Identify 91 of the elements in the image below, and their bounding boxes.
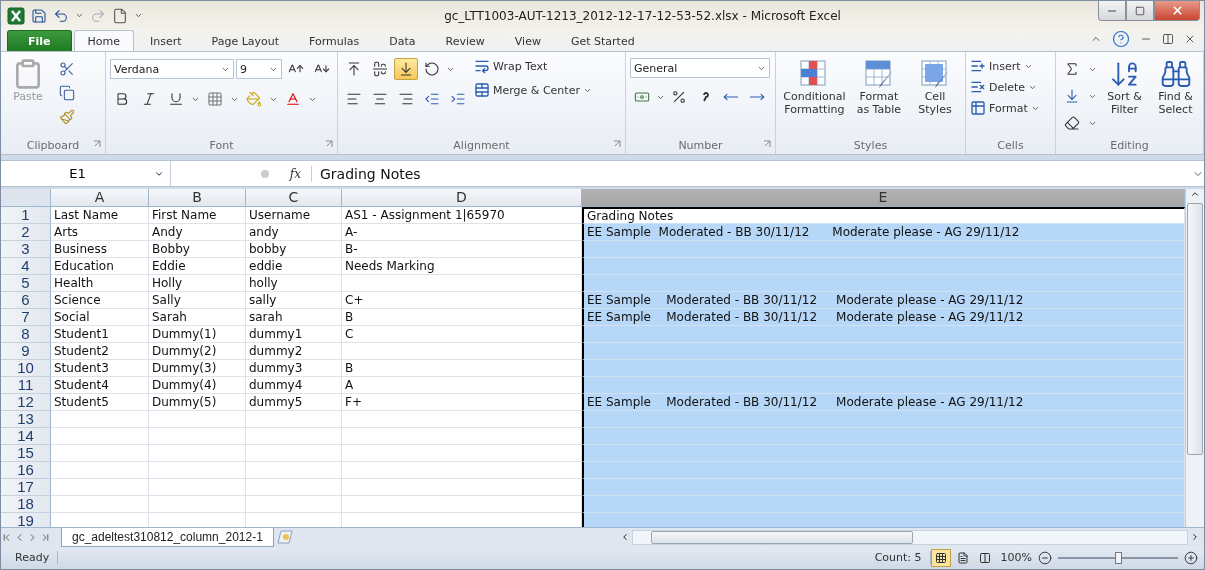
caret-icon [308,95,317,104]
group-label: Number [678,139,723,153]
vertical-scrollbar[interactable] [1185,188,1204,527]
normal-view-icon[interactable] [930,548,951,567]
wrap-text-icon [474,58,490,75]
scroll-thumb[interactable] [1187,202,1203,455]
font-size-field[interactable]: 9 [236,59,282,80]
count-text: Count: 5 [866,551,931,565]
ribbon-tab[interactable]: Formulas [295,30,374,52]
caret-icon [269,65,278,74]
caret-icon [1030,104,1040,113]
new-document-icon [112,7,128,24]
horizontal-scrollbar[interactable] [620,529,1200,545]
column-header[interactable]: C [246,188,342,207]
caret-icon [1028,83,1038,92]
scroll-left-icon[interactable] [620,532,630,543]
cells-button[interactable]: Insert [970,58,1040,75]
ribbon-tab[interactable]: Data [375,30,430,52]
window-title: gc_LTT1003-AUT-1213_2012-12-17-12-53-52.xlsx - Microsoft Excel [443,8,842,23]
dialog-launcher-icon[interactable] [325,140,333,149]
maximize-button[interactable] [1126,1,1154,21]
style-button[interactable]: Conditional Formatting [780,58,849,138]
redo-icon [90,7,106,24]
caret-icon [446,65,455,74]
zoom-slider-thumb[interactable] [1115,551,1122,564]
restore-icon [1162,33,1174,46]
ribbon-tab[interactable]: View [500,30,555,52]
caret-icon [230,95,239,104]
scroll-right-icon[interactable] [1190,532,1200,543]
name-box[interactable]: E1 [1,161,171,186]
style-button[interactable]: Format as Table [852,58,905,138]
group-label: Editing [1110,139,1149,153]
style-button[interactable]: Cell Styles [908,58,961,138]
formula-input[interactable]: Grading Notes [311,165,1192,182]
column-header[interactable]: D [342,188,582,207]
caret-icon [1088,119,1097,128]
caret-icon [1088,65,1097,74]
close-button[interactable] [1154,1,1200,21]
caret-icon [757,64,766,73]
group-label: Clipboard [26,139,80,153]
number-format-field[interactable]: General [630,58,770,79]
group-label: Cells [997,139,1024,153]
zoom-in-icon [1184,550,1198,565]
sort-filter-button[interactable]: Sort & Filter [1101,58,1148,138]
zoom-out-icon [1038,550,1052,565]
merge-cells-icon [474,82,490,99]
caret-icon [269,95,278,104]
maximize-icon [1135,5,1145,16]
wrap-text-button[interactable]: Wrap Text [474,58,592,75]
merge-center-button[interactable]: Merge & Center [474,82,592,99]
sheet-tab[interactable]: gc_adeltest310812_column_2012-1 [61,527,274,547]
column-header[interactable]: B [149,188,246,207]
caret-icon [191,95,200,104]
vertical-align-icon[interactable] [394,58,418,81]
dialog-launcher-icon[interactable] [93,140,101,149]
cells-button[interactable]: Format [970,100,1040,117]
close-icon [1170,4,1184,17]
find-select-button[interactable]: Find & Select [1152,58,1199,138]
first-sheet-icon [1,531,12,543]
last-sheet-icon [40,531,51,543]
help-icon [1112,30,1130,49]
table-icon [970,100,986,117]
column-header[interactable]: E [582,188,1185,207]
caret-icon [582,86,592,95]
minimize-button[interactable] [1098,1,1126,21]
dialog-launcher-icon[interactable] [763,140,771,149]
file-tab[interactable]: File [7,30,72,52]
ribbon-tab[interactable]: Home [73,30,134,52]
ribbon-tab[interactable]: Get Started [556,30,649,52]
caret-icon [1023,62,1033,71]
save-icon [31,7,47,24]
group-label: Font [209,139,234,153]
caret-icon [1088,92,1097,101]
excel-logo-icon [7,6,25,25]
font-name-field[interactable]: Verdana [110,59,234,80]
group-label: Alignment [453,139,510,153]
new-sheet-icon[interactable] [275,530,294,545]
ribbon-tab[interactable]: Insert [136,30,196,52]
ribbon-tab[interactable]: Page Layout [197,30,294,52]
group-label: Styles [853,139,888,153]
dialog-launcher-icon[interactable] [613,140,621,149]
status-text: Ready [7,551,59,565]
undo-icon [53,7,69,24]
caret-icon [656,93,665,102]
insert-function-button[interactable]: fx [289,166,301,181]
caret-icon [221,65,230,74]
column-header[interactable]: A [51,188,149,207]
ribbon-tab[interactable]: Review [431,30,499,52]
zoom-text: 100% [999,551,1033,565]
cells-button[interactable]: Delete [970,79,1040,96]
scroll-thumb[interactable] [651,530,913,544]
